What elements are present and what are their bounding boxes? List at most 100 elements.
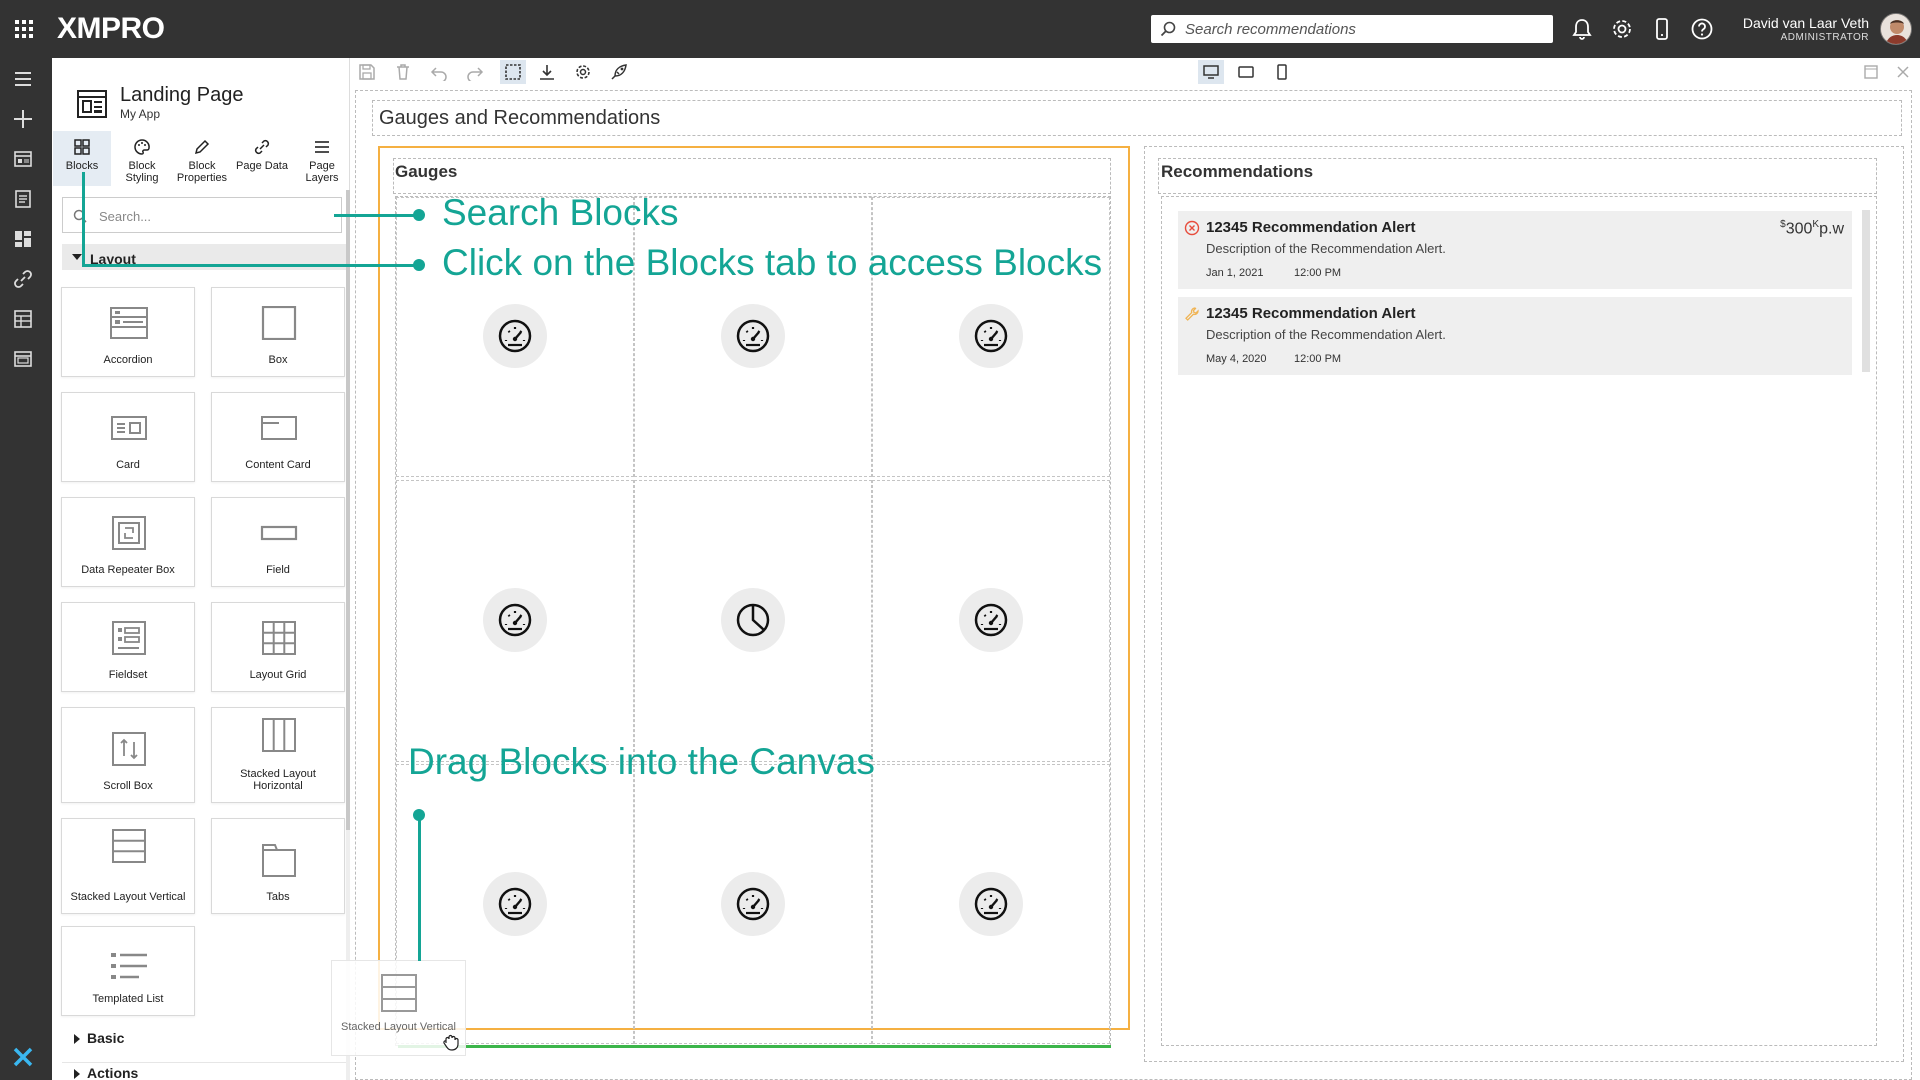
pencil-icon: [193, 138, 211, 156]
card-icon: [109, 411, 149, 445]
tab-page-layers[interactable]: Page Layers: [293, 131, 351, 186]
field-icon: [259, 516, 299, 550]
recommendation-search-input[interactable]: Search recommendations: [1151, 15, 1553, 43]
block-tile-box[interactable]: Box: [211, 287, 345, 377]
error-circle-icon: [1184, 220, 1200, 236]
annotation-search-blocks: Search Blocks: [442, 192, 679, 233]
user-name[interactable]: David van Laar Veth: [1743, 15, 1869, 31]
app-grid-icon[interactable]: [14, 19, 34, 39]
recommendations-title[interactable]: Recommendations: [1161, 162, 1313, 182]
search-placeholder: Search...: [99, 209, 152, 224]
block-tile-scroll-box[interactable]: Scroll Box: [61, 707, 195, 803]
page-icon: [76, 88, 108, 120]
delete-icon[interactable]: [394, 63, 412, 81]
tab-label: Block Properties: [176, 160, 228, 184]
gauge-icon: [974, 603, 1008, 637]
link-icon: [253, 138, 271, 156]
download-icon[interactable]: [538, 63, 556, 81]
block-tile-layout-grid[interactable]: Layout Grid: [211, 602, 345, 692]
block-tile-accordion[interactable]: Accordion: [61, 287, 195, 377]
tab-block-styling[interactable]: Block Styling: [113, 131, 171, 186]
tab-label: Page Layers: [305, 160, 339, 184]
help-icon[interactable]: [1689, 16, 1715, 42]
gauge-widget[interactable]: [483, 304, 547, 368]
block-tile-data-repeater-box[interactable]: Data Repeater Box: [61, 497, 195, 587]
show-outlines-icon[interactable]: [500, 60, 526, 84]
block-tile-tabs[interactable]: Tabs: [211, 818, 345, 914]
block-tile-field[interactable]: Field: [211, 497, 345, 587]
maximize-icon[interactable]: [1862, 63, 1880, 81]
pie-chart-widget[interactable]: [721, 588, 785, 652]
menu-icon[interactable]: [12, 68, 34, 90]
gauges-title[interactable]: Gauges: [395, 162, 457, 182]
recommendation-title: 12345 Recommendation Alert: [1206, 305, 1416, 322]
gauges-header[interactable]: [393, 158, 1111, 194]
fieldset-icon: [109, 621, 149, 655]
search-placeholder: Search recommendations: [1185, 21, 1356, 38]
drop-indicator: [398, 1045, 1111, 1048]
recommendations-scrollbar[interactable]: [1862, 210, 1870, 372]
stacked-horizontal-icon: [259, 718, 299, 752]
gauge-widget[interactable]: [483, 588, 547, 652]
gauge-widget[interactable]: [959, 304, 1023, 368]
grab-cursor-icon: [441, 1032, 461, 1052]
tab-label: Block Styling: [125, 160, 159, 184]
mobile-icon[interactable]: [1649, 16, 1675, 42]
gauge-widget[interactable]: [959, 588, 1023, 652]
annotation-line: [418, 815, 421, 961]
block-label: Fieldset: [108, 669, 148, 681]
block-label: Field: [266, 564, 290, 576]
mobile-view-icon[interactable]: [1273, 63, 1291, 81]
undo-icon[interactable]: [430, 63, 448, 81]
gauge-icon: [498, 319, 532, 353]
notes-icon[interactable]: [12, 188, 34, 210]
recommendations-icon[interactable]: [12, 348, 34, 370]
add-icon[interactable]: [12, 108, 34, 130]
user-role: ADMINISTRATOR: [1780, 32, 1869, 43]
rocket-icon[interactable]: [610, 63, 628, 81]
content-card-icon: [259, 411, 299, 445]
canvas-title[interactable]: Gauges and Recommendations: [379, 107, 660, 130]
block-label: Data Repeater Box: [81, 564, 175, 576]
section-actions-header[interactable]: Actions: [62, 1062, 347, 1080]
block-tile-stacked-layout-horizontal[interactable]: Stacked Layout Horizontal: [211, 707, 345, 803]
avatar[interactable]: [1880, 13, 1912, 45]
desktop-view-icon[interactable]: [1198, 60, 1224, 84]
block-tile-stacked-layout-vertical[interactable]: Stacked Layout Vertical: [61, 818, 195, 914]
tab-block-properties[interactable]: Block Properties: [173, 131, 231, 186]
scroll-box-icon: [109, 732, 149, 766]
gauge-widget[interactable]: [721, 304, 785, 368]
gauge-widget[interactable]: [959, 872, 1023, 936]
panel-scrollbar-thumb[interactable]: [346, 190, 350, 830]
gauge-widget[interactable]: [483, 872, 547, 936]
block-tile-content-card[interactable]: Content Card: [211, 392, 345, 482]
app-logo[interactable]: XMPRO: [57, 12, 165, 46]
gauge-icon: [498, 887, 532, 921]
dashboard-icon[interactable]: [12, 228, 34, 250]
gear-icon[interactable]: [1609, 16, 1635, 42]
recommendation-card[interactable]: 12345 Recommendation Alert Description o…: [1178, 211, 1852, 289]
tab-page-data[interactable]: Page Data: [233, 131, 291, 186]
accordion-icon: [109, 306, 149, 340]
gauge-widget[interactable]: [721, 872, 785, 936]
annotation-drag-blocks: Drag Blocks into the Canvas: [408, 741, 875, 782]
link-icon[interactable]: [12, 268, 34, 290]
xmpro-x-icon[interactable]: [12, 1046, 34, 1068]
recommendation-date: May 4, 2020: [1206, 353, 1267, 365]
section-basic-header[interactable]: Basic: [62, 1030, 347, 1052]
block-tile-card[interactable]: Card: [61, 392, 195, 482]
recommendation-card[interactable]: 12345 Recommendation Alert Description o…: [1178, 297, 1852, 375]
blocks-search-input[interactable]: Search...: [62, 197, 342, 233]
close-icon[interactable]: [1894, 63, 1912, 81]
save-icon[interactable]: [358, 63, 376, 81]
block-tile-fieldset[interactable]: Fieldset: [61, 602, 195, 692]
block-tile-templated-list[interactable]: Templated List: [61, 926, 195, 1016]
settings-icon[interactable]: [574, 63, 592, 81]
tablet-view-icon[interactable]: [1237, 63, 1255, 81]
bell-icon[interactable]: [1569, 16, 1595, 42]
block-label: Stacked Layout Vertical: [70, 891, 186, 903]
app-designer-icon[interactable]: [12, 148, 34, 170]
redo-icon[interactable]: [466, 63, 484, 81]
gauge-icon: [736, 887, 770, 921]
data-stream-icon[interactable]: [12, 308, 34, 330]
